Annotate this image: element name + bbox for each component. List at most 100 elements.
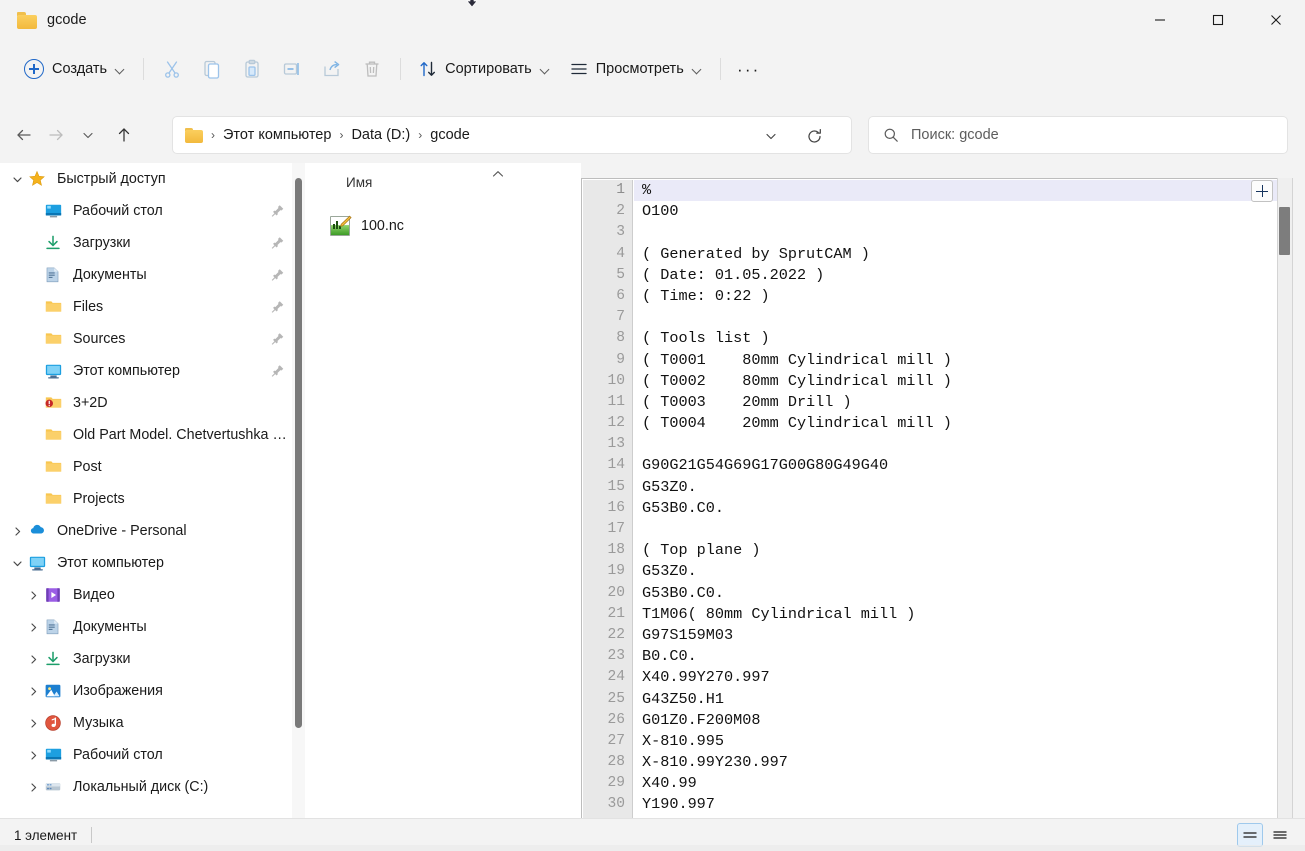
code-line[interactable]: ( T0001 80mm Cylindrical mill )	[634, 350, 1281, 371]
code-line[interactable]: G53B0.C0.	[634, 583, 1281, 604]
sidebar-item[interactable]: Загрузки	[22, 643, 306, 675]
pin-icon[interactable]	[271, 236, 284, 250]
chevron-right-icon[interactable]	[22, 712, 44, 734]
chevron-right-icon[interactable]	[22, 584, 44, 606]
code-line[interactable]: G97S159M03	[634, 625, 1281, 646]
sidebar-item[interactable]: OneDrive - Personal	[6, 515, 306, 547]
rename-button[interactable]	[272, 51, 312, 87]
sidebar-item[interactable]: Изображения	[22, 675, 306, 707]
code-line[interactable]: G53Z0.	[634, 477, 1281, 498]
code-line[interactable]: ( T0003 20mm Drill )	[634, 392, 1281, 413]
maximize-button[interactable]	[1189, 0, 1247, 40]
chevron-right-icon[interactable]	[22, 616, 44, 638]
chevron-right-icon[interactable]	[22, 744, 44, 766]
forward-button[interactable]	[40, 119, 72, 151]
code-line[interactable]: %	[634, 180, 1281, 202]
code-line[interactable]: ( Date: 01.05.2022 )	[634, 265, 1281, 286]
delete-button[interactable]	[352, 51, 392, 87]
code-line[interactable]: ( Tools list )	[634, 328, 1281, 349]
cut-button[interactable]	[152, 51, 192, 87]
pin-icon[interactable]	[271, 332, 284, 346]
code-line[interactable]: X40.99	[634, 773, 1281, 794]
editor-scrollbar-track[interactable]	[1277, 178, 1293, 819]
code-line[interactable]	[634, 222, 1281, 243]
code-editor[interactable]: 1 2 3 4 5 6 7 8 9 10 11 12 13 14 15 16 17 18 19 20 21 22 23 24 2…	[581, 178, 1281, 834]
pin-icon[interactable]	[271, 268, 284, 282]
chevron-down-icon[interactable]	[6, 168, 28, 190]
sidebar-item[interactable]: Этот компьютер	[6, 547, 306, 579]
code-line[interactable]: ( Generated by SprutCAM )	[634, 244, 1281, 265]
copy-button[interactable]	[192, 51, 232, 87]
code-line[interactable]: G43Z50.H1	[634, 689, 1281, 710]
code-line[interactable]: X40.99Y270.997	[634, 667, 1281, 688]
code-line[interactable]: ( T0002 80mm Cylindrical mill )	[634, 371, 1281, 392]
list-item[interactable]: 100.nc	[330, 213, 404, 239]
code-line[interactable]: G90G21G54G69G17G00G80G49G40	[634, 455, 1281, 476]
view-button[interactable]: Просмотреть	[560, 53, 712, 85]
chevron-down-icon[interactable]	[6, 552, 28, 574]
code-line[interactable]: ( Top plane )	[634, 540, 1281, 561]
pin-icon[interactable]	[271, 364, 284, 378]
code-line[interactable]: X-810.995	[634, 731, 1281, 752]
up-button[interactable]	[108, 119, 140, 151]
sidebar-item[interactable]: Рабочий стол	[22, 195, 306, 227]
code-line[interactable]	[634, 307, 1281, 328]
code-line[interactable]: ( Time: 0:22 )	[634, 286, 1281, 307]
breadcrumb-item-1[interactable]: Data (D:)	[345, 124, 416, 146]
sidebar-item[interactable]: Видео	[22, 579, 306, 611]
breadcrumb-item-0[interactable]: Этот компьютер	[217, 124, 337, 146]
refresh-button[interactable]	[803, 125, 825, 147]
sidebar-item[interactable]: Быстрый доступ	[6, 163, 306, 195]
address-bar[interactable]: › Этот компьютер › Data (D:) › gcode	[172, 116, 852, 154]
code-line[interactable]	[634, 434, 1281, 455]
more-options-button[interactable]: ···	[729, 51, 769, 87]
list-view-button[interactable]	[1237, 823, 1263, 847]
add-pane-button[interactable]	[1251, 180, 1273, 202]
sort-button[interactable]: Сортировать	[409, 53, 560, 85]
paste-button[interactable]	[232, 51, 272, 87]
sidebar-item[interactable]: Projects	[22, 483, 306, 515]
sidebar-item[interactable]: Post	[22, 451, 306, 483]
pin-icon[interactable]	[271, 204, 284, 218]
code-line[interactable]: Y190.997	[634, 794, 1281, 815]
details-view-button[interactable]	[1267, 823, 1293, 847]
chevron-right-icon[interactable]	[22, 648, 44, 670]
pin-icon[interactable]	[271, 300, 284, 314]
sidebar-item[interactable]: Рабочий стол	[22, 739, 306, 771]
address-dropdown-button[interactable]	[761, 126, 781, 146]
recent-locations-button[interactable]	[72, 119, 104, 151]
navigation-scrollbar-thumb[interactable]	[295, 178, 302, 728]
code-line[interactable]: O100	[634, 201, 1281, 222]
caret-up-icon[interactable]	[492, 165, 504, 177]
code-line[interactable]: ( T0004 20mm Cylindrical mill )	[634, 413, 1281, 434]
sidebar-item[interactable]: Загрузки	[22, 227, 306, 259]
sidebar-item[interactable]: 3+2D	[22, 387, 306, 419]
code-line[interactable]: T1M06( 80mm Cylindrical mill )	[634, 604, 1281, 625]
code-line[interactable]: G53Z0.	[634, 561, 1281, 582]
code-line[interactable]: G01Z0.F200M08	[634, 710, 1281, 731]
code-line[interactable]: X-810.99Y230.997	[634, 752, 1281, 773]
chevron-right-icon[interactable]	[6, 520, 28, 542]
column-header-name[interactable]: Имя	[346, 175, 372, 190]
editor-scrollbar-thumb[interactable]	[1279, 207, 1290, 255]
new-button[interactable]: Создать	[16, 53, 135, 85]
sidebar-item[interactable]: Документы	[22, 259, 306, 291]
search-input[interactable]: Поиск: gcode	[868, 116, 1288, 154]
chevron-right-icon[interactable]	[22, 776, 44, 798]
code-line[interactable]: B0.C0.	[634, 646, 1281, 667]
sidebar-item[interactable]: Этот компьютер	[22, 355, 306, 387]
breadcrumb-item-2[interactable]: gcode	[424, 124, 476, 146]
sidebar-item[interactable]: Sources	[22, 323, 306, 355]
sidebar-item[interactable]: Files	[22, 291, 306, 323]
sidebar-item[interactable]: Локальный диск (C:)	[22, 771, 306, 803]
code-line[interactable]: G53B0.C0.	[634, 498, 1281, 519]
sidebar-item[interactable]: Документы	[22, 611, 306, 643]
sidebar-item[interactable]: Музыка	[22, 707, 306, 739]
sidebar-item[interactable]: Old Part Model. Chetvertushka 45	[22, 419, 306, 451]
close-button[interactable]	[1247, 0, 1305, 40]
chevron-right-icon[interactable]	[22, 680, 44, 702]
share-button[interactable]	[312, 51, 352, 87]
code-text-area[interactable]: % O100 ( Generated by SprutCAM )( Date: 0…	[634, 180, 1281, 833]
minimize-button[interactable]	[1131, 0, 1189, 40]
back-button[interactable]	[8, 119, 40, 151]
